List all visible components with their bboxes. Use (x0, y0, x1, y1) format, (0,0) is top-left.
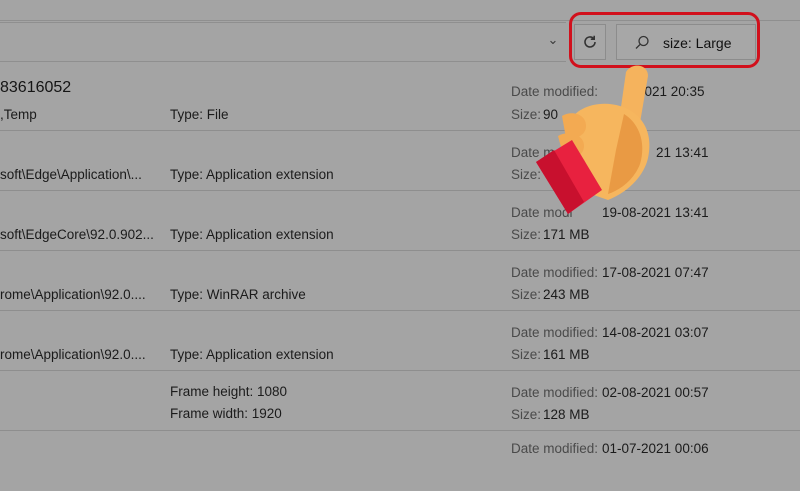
file-type: Type: Application extension (170, 167, 334, 182)
file-path: rome\Application\92.0.... (0, 347, 146, 362)
date-value: 17-08-2021 07:47 (602, 265, 709, 280)
address-bar[interactable] (0, 22, 566, 62)
date-label: Date modified: (511, 385, 599, 400)
date-label: Date modified: (511, 265, 599, 280)
date-value: 02-08-2021 00:57 (602, 385, 709, 400)
file-row[interactable]: rome\Application\92.0.... Type: WinRAR a… (0, 251, 800, 311)
file-type: Type: File (170, 107, 229, 122)
file-row[interactable]: Date modified: 01-07-2021 00:06 (0, 431, 800, 491)
file-row[interactable]: 83616052 ,Temp Type: File Date modified:… (0, 71, 800, 131)
frame-height: Frame height: 1080 (170, 384, 288, 399)
size-value: 171 MB (543, 227, 590, 242)
chevron-down-icon[interactable]: ⌄ (546, 33, 560, 47)
file-row[interactable]: Frame height: 1080 Frame width: 1920 Dat… (0, 371, 800, 431)
size-label: Size: (511, 287, 542, 302)
file-type: Type: Application extension (170, 227, 334, 242)
file-type: Type: WinRAR archive (170, 287, 306, 302)
size-value: 161 MB (543, 347, 590, 362)
size-label: Size: (511, 407, 542, 422)
file-row[interactable]: rome\Application\92.0.... Type: Applicat… (0, 311, 800, 371)
file-name: 83616052 (0, 79, 72, 96)
date-label: Date modified: (511, 325, 599, 340)
frame-width: Frame width: 1920 (170, 406, 282, 421)
size-value: 243 MB (543, 287, 590, 302)
file-path: soft\Edge\Application\... (0, 167, 142, 182)
file-row[interactable]: soft\EdgeCore\92.0.902... Type: Applicat… (0, 191, 800, 251)
file-type: Type: Application extension (170, 347, 334, 362)
pointing-hand-icon (536, 65, 650, 214)
file-path: ,Temp (0, 107, 37, 122)
date-label: Date modified: (511, 441, 599, 456)
date-value: 01-07-2021 00:06 (602, 441, 709, 456)
file-path: soft\EdgeCore\92.0.902... (0, 227, 154, 242)
date-value: 14-08-2021 03:07 (602, 325, 709, 340)
file-row[interactable]: soft\Edge\Application\... Type: Applicat… (0, 131, 800, 191)
size-value: 128 MB (543, 407, 590, 422)
file-path: rome\Application\92.0.... (0, 287, 146, 302)
size-label: Size: (511, 227, 542, 242)
size-label: Size: (511, 347, 542, 362)
